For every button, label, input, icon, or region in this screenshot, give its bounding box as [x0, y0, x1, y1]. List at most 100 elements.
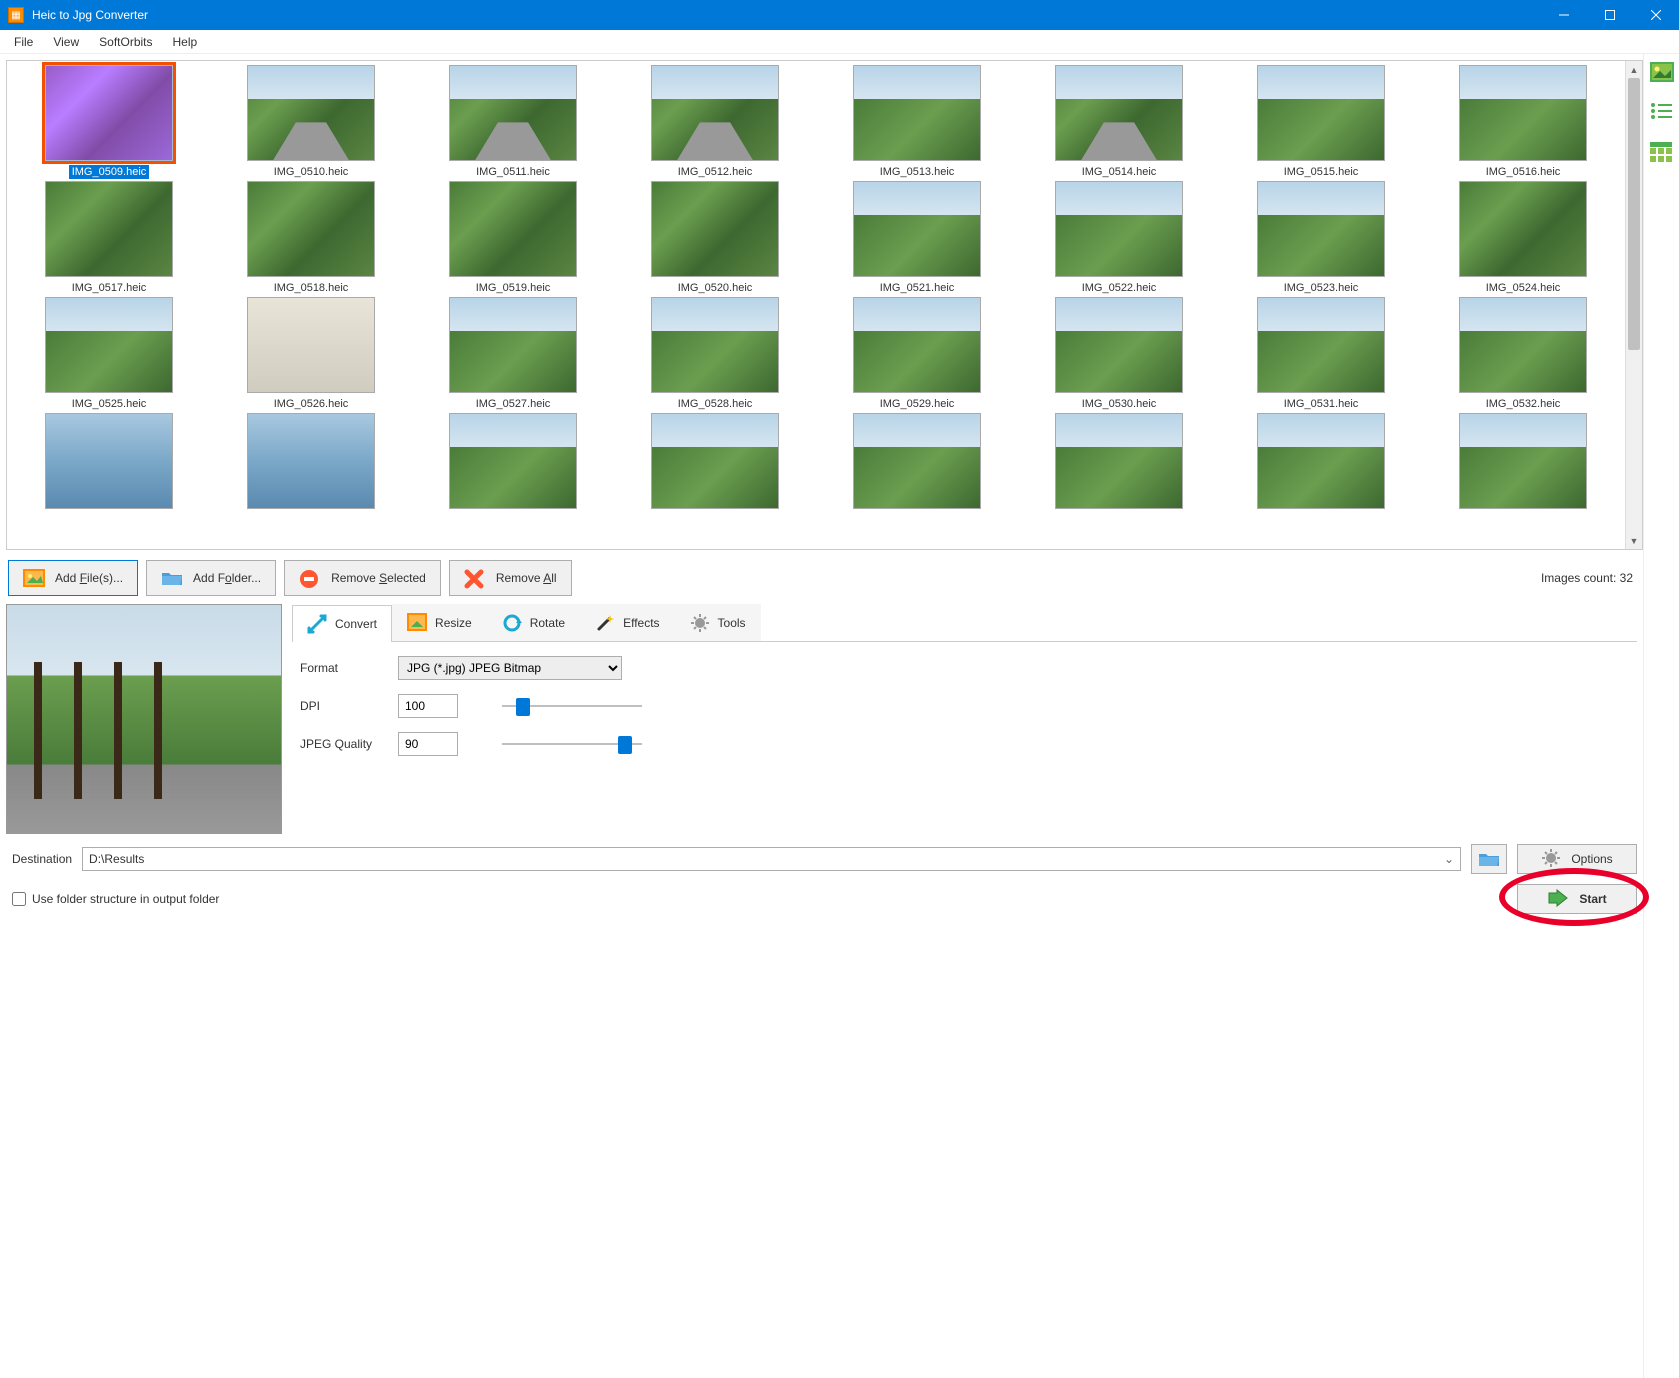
thumbnail-item[interactable]: IMG_0539.heic	[1223, 413, 1419, 509]
thumbnail-image	[1257, 65, 1385, 161]
thumbnail-item[interactable]: IMG_0529.heic	[819, 297, 1015, 411]
thumbnail-item[interactable]: IMG_0530.heic	[1021, 297, 1217, 411]
thumbnail-item[interactable]: IMG_0537.heic	[819, 413, 1015, 509]
menu-view[interactable]: View	[43, 32, 89, 52]
quality-input[interactable]	[398, 732, 458, 756]
thumbnail-item[interactable]: IMG_0523.heic	[1223, 181, 1419, 295]
thumbnail-item[interactable]: IMG_0509.heic	[11, 65, 207, 179]
tab-convert[interactable]: Convert	[292, 605, 392, 642]
thumbnail-scrollbar[interactable]: ▲ ▼	[1625, 61, 1642, 549]
thumbnail-image	[853, 413, 981, 509]
menu-file[interactable]: File	[4, 32, 43, 52]
chevron-down-icon[interactable]: ⌄	[1444, 852, 1454, 866]
start-label: Start	[1579, 892, 1606, 906]
thumbnail-item[interactable]: IMG_0517.heic	[11, 181, 207, 295]
thumbnail-label: IMG_0511.heic	[473, 165, 553, 179]
thumbnail-item[interactable]: IMG_0528.heic	[617, 297, 813, 411]
thumbnail-item[interactable]: IMG_0536.heic	[617, 413, 813, 509]
thumbnail-item[interactable]: IMG_0519.heic	[415, 181, 611, 295]
thumbnail-item[interactable]: IMG_0526.heic	[213, 297, 409, 411]
quality-slider[interactable]	[502, 734, 642, 754]
tab-tools[interactable]: Tools	[675, 604, 761, 641]
image-count-label: Images count: 32	[1541, 571, 1641, 585]
thumbnail-image	[1257, 413, 1385, 509]
thumbnail-image	[1257, 181, 1385, 277]
thumbnail-item[interactable]: IMG_0535.heic	[415, 413, 611, 509]
remove-all-button[interactable]: Remove All	[449, 560, 572, 596]
thumbnail-image	[651, 413, 779, 509]
thumbnail-image	[1055, 65, 1183, 161]
thumbnail-label: IMG_0518.heic	[271, 281, 352, 295]
dpi-slider[interactable]	[502, 696, 642, 716]
titlebar: ▦ Heic to Jpg Converter	[0, 0, 1679, 30]
rotate-icon	[502, 613, 522, 633]
thumbnail-label: IMG_0517.heic	[69, 281, 150, 295]
use-folder-checkbox[interactable]	[12, 892, 26, 906]
tab-effects[interactable]: Effects	[580, 604, 674, 641]
browse-button[interactable]	[1471, 844, 1507, 874]
view-thumbnails-icon[interactable]	[1650, 62, 1674, 86]
remove-selected-button[interactable]: Remove Selected	[284, 560, 441, 596]
thumbnail-item[interactable]: IMG_0514.heic	[1021, 65, 1217, 179]
thumbnail-item[interactable]: IMG_0524.heic	[1425, 181, 1621, 295]
resize-icon	[407, 613, 427, 633]
thumbnail-label: IMG_0516.heic	[1483, 165, 1564, 179]
thumbnail-label: IMG_0519.heic	[473, 281, 554, 295]
thumbnail-item[interactable]: IMG_0515.heic	[1223, 65, 1419, 179]
thumbnail-item[interactable]: IMG_0538.heic	[1021, 413, 1217, 509]
dpi-input[interactable]	[398, 694, 458, 718]
tab-resize[interactable]: Resize	[392, 604, 487, 641]
format-label: Format	[300, 661, 384, 675]
thumbnail-item[interactable]: IMG_0520.heic	[617, 181, 813, 295]
view-grid-icon[interactable]	[1650, 142, 1674, 166]
thumbnail-item[interactable]: IMG_0534.heic	[213, 413, 409, 509]
destination-input[interactable]: D:\Results ⌄	[82, 847, 1461, 871]
menu-help[interactable]: Help	[163, 32, 208, 52]
thumbnail-item[interactable]: IMG_0518.heic	[213, 181, 409, 295]
view-list-icon[interactable]	[1650, 102, 1674, 126]
use-folder-label: Use folder structure in output folder	[32, 892, 219, 906]
thumbnail-item[interactable]: IMG_0531.heic	[1223, 297, 1419, 411]
thumbnail-item[interactable]: IMG_0540.heic	[1425, 413, 1621, 509]
thumbnail-image	[45, 297, 173, 393]
thumbnail-item[interactable]: IMG_0527.heic	[415, 297, 611, 411]
thumbnail-item[interactable]: IMG_0510.heic	[213, 65, 409, 179]
thumbnail-label: IMG_0532.heic	[1483, 397, 1564, 411]
thumbnail-item[interactable]: IMG_0522.heic	[1021, 181, 1217, 295]
add-files-label: Add File(s)...	[55, 571, 123, 585]
options-button[interactable]: Options	[1517, 844, 1637, 874]
destination-value: D:\Results	[89, 852, 144, 866]
format-select[interactable]: JPG (*.jpg) JPEG Bitmap	[398, 656, 622, 680]
tools-icon	[690, 613, 710, 633]
scroll-up-icon[interactable]: ▲	[1626, 61, 1642, 78]
scroll-down-icon[interactable]: ▼	[1626, 532, 1642, 549]
thumbnail-image	[1459, 65, 1587, 161]
thumbnail-item[interactable]: IMG_0521.heic	[819, 181, 1015, 295]
thumbnail-item[interactable]: IMG_0533.heic	[11, 413, 207, 509]
tab-convert-label: Convert	[335, 617, 377, 631]
add-files-button[interactable]: Add File(s)...	[8, 560, 138, 596]
thumbnail-item[interactable]: IMG_0532.heic	[1425, 297, 1621, 411]
thumbnail-image	[1459, 297, 1587, 393]
thumbnail-image	[247, 181, 375, 277]
start-button[interactable]: Start	[1517, 884, 1637, 914]
quality-label: JPEG Quality	[300, 737, 384, 751]
convert-icon	[307, 614, 327, 634]
thumbnail-item[interactable]: IMG_0512.heic	[617, 65, 813, 179]
bottom-bar: Destination D:\Results ⌄ Options Use fol…	[6, 834, 1643, 924]
thumbnail-item[interactable]: IMG_0511.heic	[415, 65, 611, 179]
minimize-button[interactable]	[1541, 0, 1587, 30]
tab-rotate[interactable]: Rotate	[487, 604, 580, 641]
thumbnail-item[interactable]: IMG_0513.heic	[819, 65, 1015, 179]
close-button[interactable]	[1633, 0, 1679, 30]
thumbnail-item[interactable]: IMG_0516.heic	[1425, 65, 1621, 179]
preview-pane	[6, 604, 282, 834]
thumbnail-label: IMG_0525.heic	[69, 397, 150, 411]
thumbnail-item[interactable]: IMG_0525.heic	[11, 297, 207, 411]
menu-softorbits[interactable]: SoftOrbits	[89, 32, 162, 52]
add-folder-button[interactable]: Add Folder...	[146, 560, 276, 596]
thumbnail-image	[853, 181, 981, 277]
thumbnail-label: IMG_0526.heic	[271, 397, 352, 411]
app-title: Heic to Jpg Converter	[32, 8, 1541, 22]
maximize-button[interactable]	[1587, 0, 1633, 30]
